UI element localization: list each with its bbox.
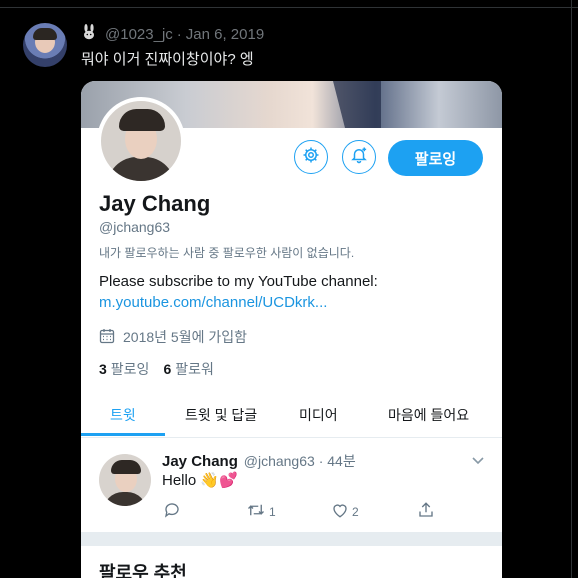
followers-stat: 6 팔로워	[163, 359, 213, 379]
outer-date[interactable]: Jan 6, 2019	[186, 26, 264, 43]
reply-icon	[163, 501, 181, 522]
profile-bio: Please subscribe to my YouTube channel:	[99, 273, 378, 290]
tweet-author-handle: @jchang63	[243, 453, 315, 469]
tweet-sep: ·	[318, 453, 324, 469]
followers-label: 팔로워	[175, 361, 214, 377]
following-button: 팔로잉	[388, 140, 483, 176]
like-count: 2	[352, 504, 359, 519]
followers-count: 6	[163, 361, 172, 377]
bell-plus-icon	[350, 146, 368, 169]
tweet-author-name: Jay Chang	[162, 453, 238, 470]
profile-avatar	[97, 97, 185, 185]
tweet-header: Jay Chang @jchang63 · 44분	[162, 451, 356, 471]
tweet-text: Hello 👋💕	[162, 472, 238, 489]
notifications-button	[342, 140, 376, 174]
retweet-action: 1	[246, 501, 276, 522]
profile-tabs: 트윗 트윗 및 답글 미디어 마음에 들어요	[81, 393, 502, 438]
profile-handle: @jchang63	[99, 219, 171, 235]
following-stat: 3 팔로잉	[99, 359, 149, 379]
tab-likes: 마음에 들어요	[388, 407, 470, 423]
share-action	[417, 501, 435, 522]
tweet-time: 44분	[327, 453, 356, 469]
profile-screenshot-card[interactable]: 팔로잉 Jay Chang @jchang63 내가 팔로우하는 사람 중 팔로…	[81, 81, 502, 578]
active-tab-indicator	[81, 433, 165, 436]
joined-text: 2018년 5월에 가입함	[123, 329, 247, 345]
outer-sep: ·	[176, 25, 182, 43]
settings-gear-button	[294, 140, 328, 174]
outer-tweet-header: @1023_jc · Jan 6, 2019	[81, 24, 264, 44]
mutual-followers-note: 내가 팔로우하는 사람 중 팔로우한 사람이 없습니다.	[99, 246, 355, 260]
tab-tweets-replies: 트윗 및 답글	[185, 407, 258, 423]
reply-action	[163, 501, 181, 522]
outer-handle[interactable]: @1023_jc	[105, 26, 173, 43]
calendar-icon	[99, 328, 115, 347]
who-to-follow-title: 팔로우 추천	[99, 563, 187, 578]
joined-date: 2018년 5월에 가입함	[99, 327, 247, 347]
gear-icon	[302, 146, 320, 169]
share-icon	[417, 501, 435, 522]
section-divider	[81, 532, 502, 546]
profile-link: m.youtube.com/channel/UCDkrk...	[99, 294, 328, 311]
following-label: 팔로잉	[110, 361, 150, 377]
like-action: 2	[331, 501, 359, 522]
top-border	[0, 0, 578, 8]
follow-stats: 3 팔로잉 6 팔로워	[99, 359, 214, 379]
rabbit-icon	[81, 24, 97, 44]
profile-name: Jay Chang	[99, 191, 211, 216]
following-count: 3	[99, 361, 107, 377]
tab-tweets: 트윗	[110, 407, 136, 423]
right-border	[571, 0, 572, 578]
tab-media: 미디어	[299, 407, 338, 423]
heart-icon	[331, 501, 349, 522]
outer-avatar[interactable]	[23, 23, 67, 67]
retweet-icon	[246, 501, 266, 522]
retweet-count: 1	[269, 504, 276, 519]
chevron-down-icon	[471, 453, 485, 467]
outer-tweet-text: 뭐야 이거 진짜이창이야? 엥	[81, 51, 254, 68]
tweet-avatar	[99, 454, 151, 506]
